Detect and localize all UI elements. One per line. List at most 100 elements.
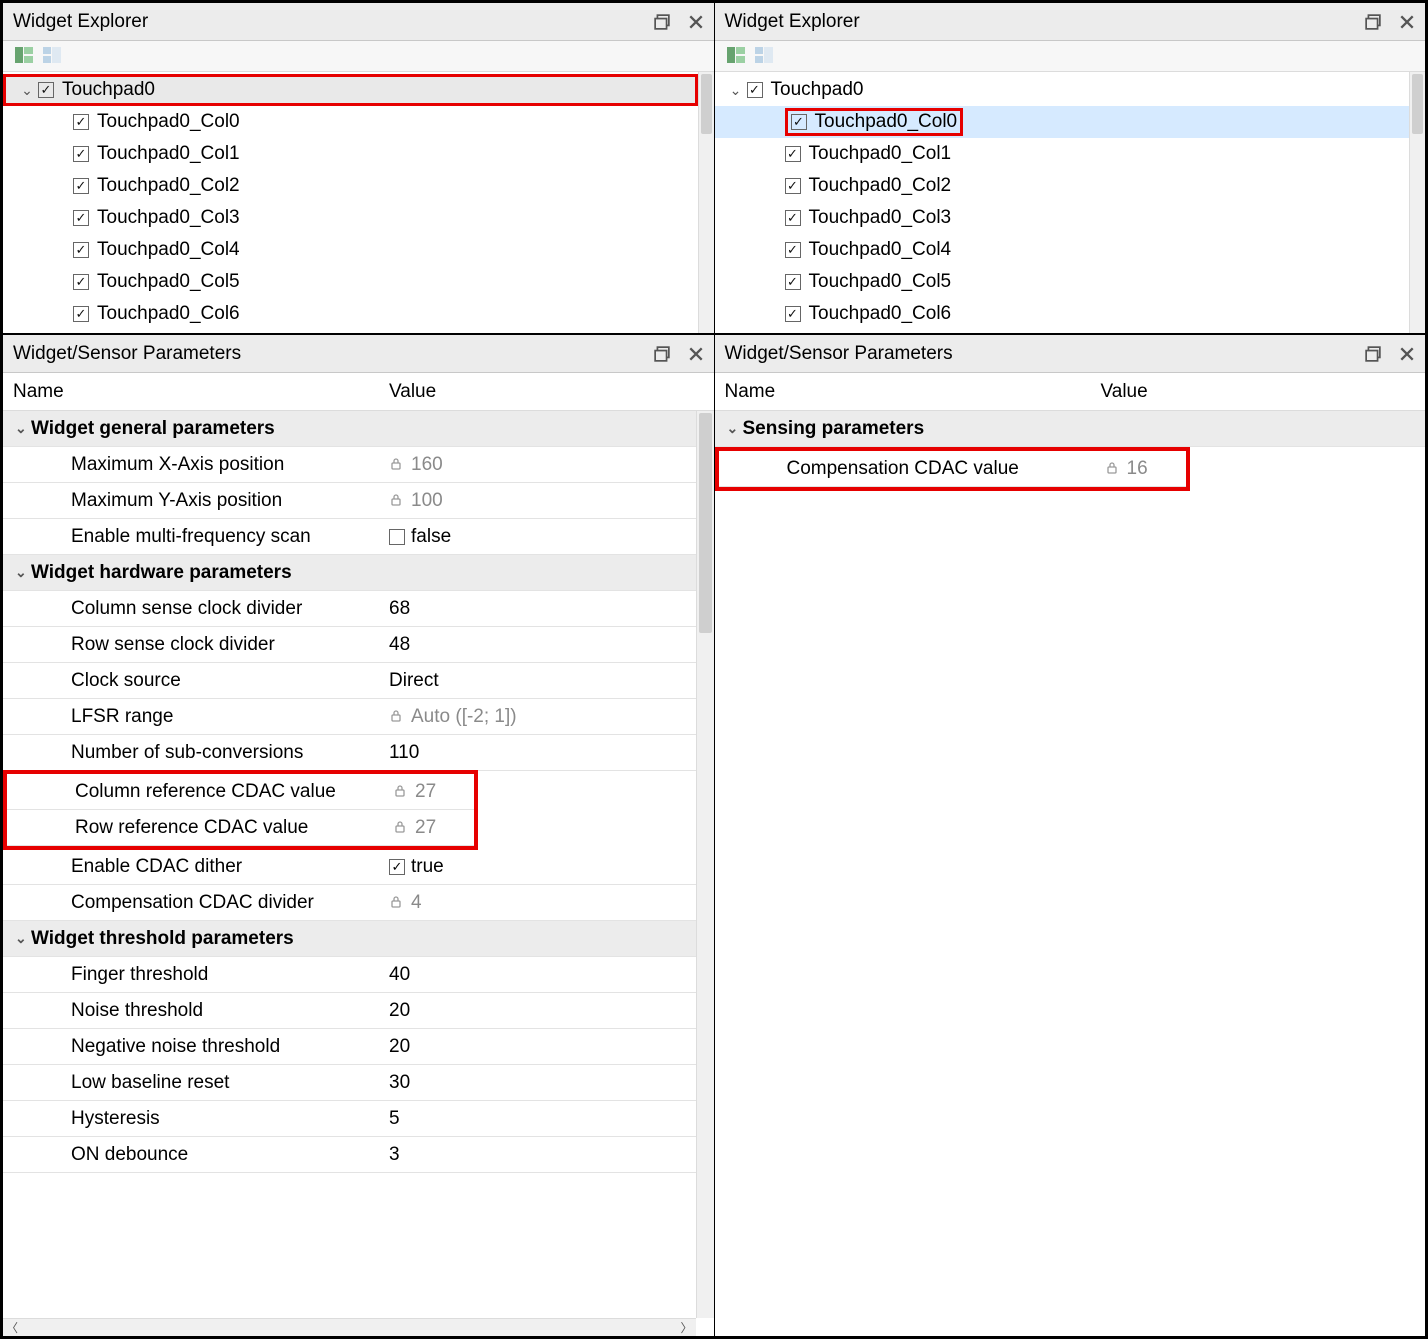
horizontal-scrollbar[interactable]: 〈〉 xyxy=(3,1318,696,1336)
expand-caret-icon[interactable]: ⌄ xyxy=(729,82,743,99)
lock-icon xyxy=(389,895,405,911)
tree-item[interactable]: Touchpad0_Col4 xyxy=(3,234,698,266)
tree-item[interactable]: Touchpad0_Col3 xyxy=(715,202,1410,234)
expand-caret-icon[interactable]: ⌄ xyxy=(15,930,31,947)
tree-checkbox[interactable] xyxy=(73,306,89,322)
right-pane: Widget Explorer ⌄ Touchpad0 Touch xyxy=(715,3,1426,1336)
param-row[interactable]: Maximum X-Axis position160 xyxy=(3,447,696,483)
param-name: LFSR range xyxy=(71,706,173,728)
widget-tree: ⌄ Touchpad0 Touchpad0_Col0 Touchpad0_Col… xyxy=(3,72,714,335)
param-row[interactable]: Enable multi-frequency scanfalse xyxy=(3,519,696,555)
tree-item[interactable]: Touchpad0_Col5 xyxy=(3,266,698,298)
expand-caret-icon[interactable]: ⌄ xyxy=(15,564,31,581)
tree-checkbox[interactable] xyxy=(73,178,89,194)
param-row[interactable]: Row reference CDAC value27 xyxy=(7,810,474,846)
tree-checkbox[interactable] xyxy=(73,146,89,162)
param-checkbox[interactable] xyxy=(389,859,405,875)
param-value: 5 xyxy=(389,1108,400,1130)
restore-icon[interactable] xyxy=(1365,346,1381,362)
close-icon[interactable] xyxy=(1399,14,1415,30)
tree-item[interactable]: Touchpad0_Col0 xyxy=(3,106,698,138)
param-row[interactable]: Low baseline reset30 xyxy=(3,1065,696,1101)
scrollbar-thumb[interactable] xyxy=(1412,74,1423,134)
tree-checkbox[interactable] xyxy=(785,210,801,226)
restore-icon[interactable] xyxy=(654,346,670,362)
param-row[interactable]: Finger threshold40 xyxy=(3,957,696,993)
param-row[interactable]: Enable CDAC dithertrue xyxy=(3,849,696,885)
close-icon[interactable] xyxy=(1399,346,1415,362)
param-row[interactable]: Negative noise threshold20 xyxy=(3,1029,696,1065)
tree-item[interactable]: Touchpad0_Col6 xyxy=(715,298,1410,330)
vertical-scrollbar[interactable] xyxy=(696,411,714,1318)
close-icon[interactable] xyxy=(688,14,704,30)
expand-caret-icon[interactable]: ⌄ xyxy=(20,82,34,99)
param-row[interactable]: Number of sub-conversions 110 xyxy=(3,735,696,771)
left-pane: Widget Explorer ⌄ Touchpad0 Touchpad0_Co… xyxy=(3,3,715,1336)
expand-caret-icon[interactable]: ⌄ xyxy=(15,420,31,437)
tree-checkbox[interactable] xyxy=(73,242,89,258)
param-row[interactable]: ON debounce3 xyxy=(3,1137,696,1173)
tree-item[interactable]: Touchpad0_Col1 xyxy=(715,138,1410,170)
tree-checkbox[interactable] xyxy=(747,82,763,98)
tree-checkbox[interactable] xyxy=(73,210,89,226)
param-row[interactable]: Maximum Y-Axis position100 xyxy=(3,483,696,519)
scroll-right-icon[interactable]: 〉 xyxy=(680,1319,692,1336)
vertical-scrollbar[interactable] xyxy=(1409,72,1425,333)
param-name: Number of sub-conversions xyxy=(71,742,303,764)
param-group[interactable]: ⌄Widget threshold parameters xyxy=(3,921,696,957)
tree-item-label: Touchpad0_Col5 xyxy=(97,271,240,293)
col-name-header: Name xyxy=(3,381,381,403)
param-row[interactable]: Column sense clock divider68 xyxy=(3,591,696,627)
expand-caret-icon[interactable]: ⌄ xyxy=(727,420,743,437)
param-value: 110 xyxy=(389,742,419,764)
param-row[interactable]: Compensation CDAC divider4 xyxy=(3,885,696,921)
param-value: 100 xyxy=(411,490,443,512)
tree-checkbox[interactable] xyxy=(791,114,807,130)
param-row[interactable]: Clock sourceDirect xyxy=(3,663,696,699)
param-value: true xyxy=(411,856,444,878)
scrollbar-thumb[interactable] xyxy=(699,413,712,633)
tree-root-touchpad0[interactable]: ⌄ Touchpad0 xyxy=(3,74,698,106)
toolbar-icon-1[interactable] xyxy=(727,47,747,65)
param-checkbox[interactable] xyxy=(389,529,405,545)
param-group-label: Sensing parameters xyxy=(743,418,925,440)
params-title-bar: Widget/Sensor Parameters xyxy=(3,335,714,373)
param-value: 48 xyxy=(389,634,410,656)
param-name: Compensation CDAC divider xyxy=(71,892,314,914)
tree-item[interactable]: Touchpad0_Col6 xyxy=(3,298,698,330)
tree-item[interactable]: Touchpad0_Col1 xyxy=(3,138,698,170)
tree-checkbox[interactable] xyxy=(38,82,54,98)
toolbar-icon-2[interactable] xyxy=(43,47,63,65)
vertical-scrollbar[interactable] xyxy=(698,72,714,333)
param-group[interactable]: ⌄Sensing parameters xyxy=(715,411,1426,447)
tree-item[interactable]: Touchpad0_Col0 xyxy=(715,106,1410,138)
param-group[interactable]: ⌄Widget general parameters xyxy=(3,411,696,447)
tree-checkbox[interactable] xyxy=(785,274,801,290)
param-row[interactable]: Row sense clock divider48 xyxy=(3,627,696,663)
param-row[interactable]: Noise threshold20 xyxy=(3,993,696,1029)
tree-item[interactable]: Touchpad0_Col3 xyxy=(3,202,698,234)
tree-checkbox[interactable] xyxy=(785,178,801,194)
param-row[interactable]: Compensation CDAC value16 xyxy=(719,451,1186,487)
tree-item[interactable]: Touchpad0_Col5 xyxy=(715,266,1410,298)
param-row[interactable]: Column reference CDAC value27 xyxy=(7,774,474,810)
tree-item[interactable]: Touchpad0_Col2 xyxy=(715,170,1410,202)
param-group[interactable]: ⌄Widget hardware parameters xyxy=(3,555,696,591)
scroll-left-icon[interactable]: 〈 xyxy=(6,1319,18,1336)
tree-checkbox[interactable] xyxy=(785,306,801,322)
tree-checkbox[interactable] xyxy=(785,146,801,162)
tree-root-touchpad0[interactable]: ⌄ Touchpad0 xyxy=(715,74,1410,106)
close-icon[interactable] xyxy=(688,346,704,362)
toolbar-icon-1[interactable] xyxy=(15,47,35,65)
param-row[interactable]: Hysteresis5 xyxy=(3,1101,696,1137)
restore-icon[interactable] xyxy=(1365,14,1381,30)
toolbar-icon-2[interactable] xyxy=(755,47,775,65)
tree-item[interactable]: Touchpad0_Col4 xyxy=(715,234,1410,266)
tree-checkbox[interactable] xyxy=(785,242,801,258)
tree-checkbox[interactable] xyxy=(73,114,89,130)
restore-icon[interactable] xyxy=(654,14,670,30)
tree-checkbox[interactable] xyxy=(73,274,89,290)
scrollbar-thumb[interactable] xyxy=(701,74,712,134)
param-row[interactable]: LFSR rangeAuto ([-2; 1]) xyxy=(3,699,696,735)
tree-item[interactable]: Touchpad0_Col2 xyxy=(3,170,698,202)
